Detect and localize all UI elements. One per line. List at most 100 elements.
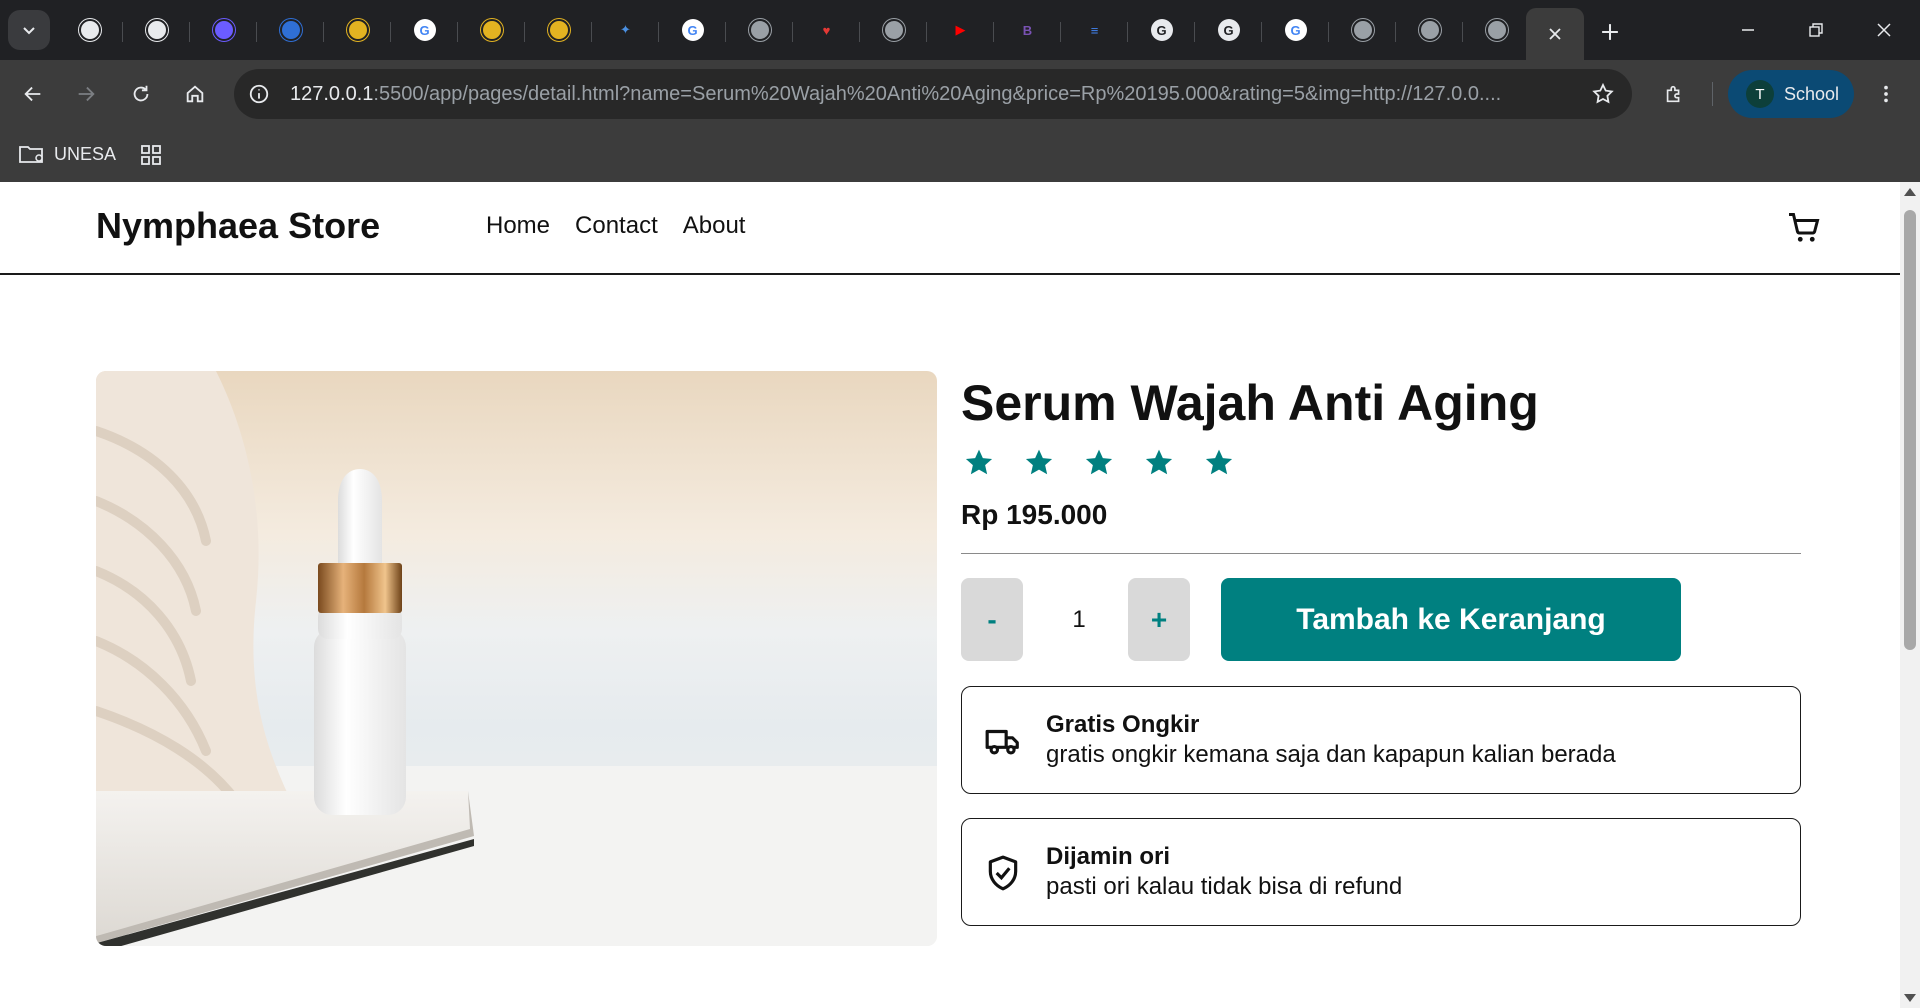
browser-tab[interactable] bbox=[257, 8, 324, 52]
chromium-icon bbox=[78, 19, 101, 41]
nav-link-about[interactable]: About bbox=[683, 212, 746, 240]
close-tab-icon[interactable] bbox=[1547, 26, 1563, 42]
scroll-down-arrow[interactable] bbox=[1904, 994, 1916, 1002]
nav-links: Home Contact About bbox=[486, 212, 745, 240]
globe-icon bbox=[1485, 19, 1508, 41]
close-window-button[interactable] bbox=[1850, 0, 1918, 60]
browser-menu-button[interactable] bbox=[1866, 74, 1906, 114]
feature-description: gratis ongkir kemana saja dan kapapun ka… bbox=[1046, 741, 1616, 768]
bookmark-folder-label: UNESA bbox=[54, 143, 117, 164]
url-host: 127.0.0.1 bbox=[290, 83, 374, 105]
browser-tab[interactable]: ♥ bbox=[793, 8, 860, 52]
kebab-menu-icon bbox=[1884, 85, 1888, 103]
globe-icon bbox=[882, 19, 905, 41]
google-docs-icon: ≡ bbox=[1090, 22, 1099, 38]
shopping-cart-icon[interactable] bbox=[1786, 210, 1822, 246]
university-crest-icon bbox=[547, 19, 570, 41]
google-g-icon: G bbox=[1217, 19, 1240, 41]
truck-icon bbox=[985, 729, 1019, 755]
page-scrollbar[interactable] bbox=[1900, 182, 1920, 1008]
feature-title: Dijamin ori bbox=[1046, 843, 1171, 870]
browser-tab[interactable]: ≡ bbox=[1061, 8, 1128, 52]
star-icon bbox=[1145, 449, 1173, 475]
globe-icon bbox=[1351, 19, 1374, 41]
browser-tab[interactable]: G bbox=[391, 8, 458, 52]
url-path: :5500/app/pages/detail.html?name=Serum%2… bbox=[373, 83, 1502, 105]
star-icon bbox=[1085, 449, 1113, 475]
purchase-controls: - 1 + Tambah ke Keranjang bbox=[961, 578, 1801, 662]
browser-tab[interactable] bbox=[726, 8, 793, 52]
browser-tab[interactable]: G bbox=[659, 8, 726, 52]
browser-tab[interactable] bbox=[1396, 8, 1463, 52]
url-text[interactable]: 127.0.0.1:5500/app/pages/detail.html?nam… bbox=[290, 69, 1580, 119]
bookmark-star-icon[interactable] bbox=[1590, 81, 1616, 107]
decrease-quantity-button[interactable]: - bbox=[961, 578, 1023, 661]
browser-tab[interactable] bbox=[458, 8, 525, 52]
page-viewport: Nymphaea Store Home Contact About Serum … bbox=[0, 182, 1920, 1008]
browser-tab[interactable] bbox=[324, 8, 391, 52]
browser-tab[interactable]: G bbox=[1195, 8, 1262, 52]
youtube-icon: ▶ bbox=[955, 22, 966, 37]
browser-tab[interactable]: B bbox=[994, 8, 1061, 52]
browser-tab[interactable] bbox=[123, 8, 190, 52]
browser-tab[interactable] bbox=[190, 8, 257, 52]
rating-stars bbox=[961, 447, 1801, 479]
restore-icon bbox=[1809, 23, 1823, 37]
chevron-down-icon bbox=[23, 27, 35, 35]
arrow-left-icon bbox=[24, 86, 41, 102]
browser-tab[interactable] bbox=[860, 8, 927, 52]
avatar: T bbox=[1746, 80, 1774, 108]
chromium-icon bbox=[145, 19, 168, 41]
home-button[interactable] bbox=[175, 74, 215, 114]
extensions-button[interactable] bbox=[1654, 74, 1694, 114]
quantity-value: 1 bbox=[1072, 606, 1086, 633]
product-price: Rp 195.000 bbox=[961, 499, 1108, 530]
add-to-cart-button[interactable]: Tambah ke Keranjang bbox=[1221, 578, 1681, 661]
nav-link-contact[interactable]: Contact bbox=[575, 212, 658, 240]
bootstrap-icon: B bbox=[1022, 22, 1033, 38]
address-bar[interactable]: 127.0.0.1:5500/app/pages/detail.html?nam… bbox=[234, 69, 1632, 119]
profile-button[interactable]: T School bbox=[1728, 70, 1854, 118]
browser-tab[interactable] bbox=[56, 8, 123, 52]
browser-tab[interactable] bbox=[1329, 8, 1396, 52]
browser-tab[interactable] bbox=[1463, 8, 1530, 52]
browser-tab[interactable] bbox=[525, 8, 592, 52]
tab-list: G ✦ G ♥ ▶ B ≡ G G G bbox=[56, 8, 1530, 56]
nav-link-home[interactable]: Home bbox=[486, 212, 550, 240]
google-g-icon: G bbox=[1150, 19, 1173, 41]
google-icon: G bbox=[681, 19, 704, 41]
reload-button[interactable] bbox=[121, 74, 161, 114]
product-details: Serum Wajah Anti Aging Rp 195.000 - 1 + … bbox=[961, 371, 1801, 926]
active-tab[interactable] bbox=[1526, 8, 1584, 60]
bookmark-folder-unesa[interactable]: UNESA bbox=[18, 138, 116, 170]
gemini-icon: ✦ bbox=[620, 22, 631, 37]
browser-tab[interactable]: G bbox=[1128, 8, 1195, 52]
browser-tab[interactable]: G bbox=[1262, 8, 1329, 52]
apps-grid-icon[interactable] bbox=[136, 140, 166, 170]
scroll-thumb[interactable] bbox=[1904, 210, 1916, 650]
google-icon: G bbox=[413, 19, 436, 41]
site-brand[interactable]: Nymphaea Store bbox=[96, 205, 380, 247]
browser-tabstrip: G ✦ G ♥ ▶ B ≡ G G G bbox=[0, 0, 1920, 60]
minimize-button[interactable] bbox=[1714, 0, 1782, 60]
browser-toolbar: 127.0.0.1:5500/app/pages/detail.html?nam… bbox=[0, 60, 1920, 128]
shield-check-icon bbox=[988, 855, 1018, 891]
browser-tab[interactable]: ▶ bbox=[927, 8, 994, 52]
scroll-up-arrow[interactable] bbox=[1904, 188, 1916, 196]
star-icon bbox=[965, 449, 993, 475]
browser-tab[interactable]: ✦ bbox=[592, 8, 659, 52]
new-tab-button[interactable] bbox=[1592, 14, 1628, 50]
tab-search-button[interactable] bbox=[8, 10, 50, 50]
feature-title: Gratis Ongkir bbox=[1046, 711, 1200, 738]
product-title: Serum Wajah Anti Aging bbox=[961, 375, 1539, 431]
forward-button[interactable] bbox=[66, 74, 106, 114]
restore-button[interactable] bbox=[1782, 0, 1850, 60]
plus-icon bbox=[1602, 24, 1618, 40]
increase-quantity-button[interactable]: + bbox=[1128, 578, 1190, 661]
minimize-icon bbox=[1742, 29, 1754, 31]
profile-label: School bbox=[1784, 83, 1840, 104]
site-info-icon[interactable] bbox=[246, 81, 272, 107]
bookmarks-bar: UNESA bbox=[0, 128, 1920, 182]
back-button[interactable] bbox=[13, 74, 53, 114]
globe-icon bbox=[748, 19, 771, 41]
